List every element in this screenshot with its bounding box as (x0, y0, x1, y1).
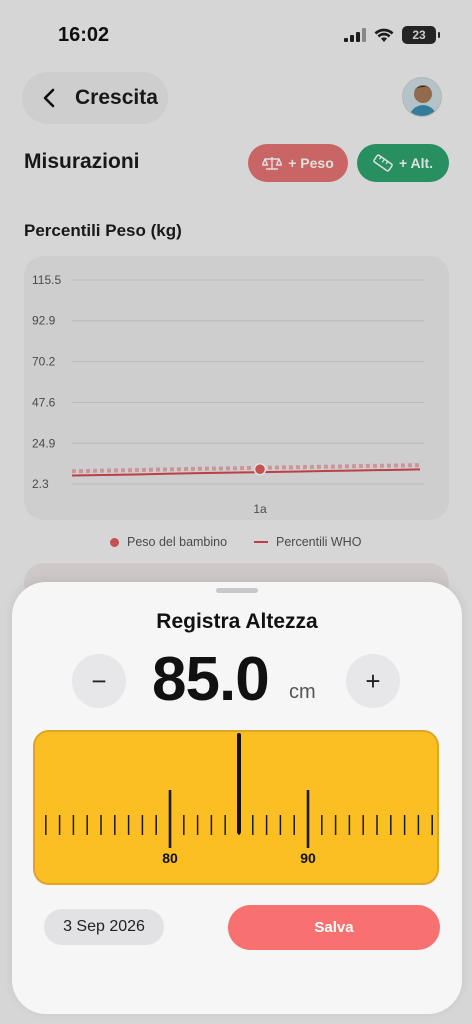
save-label: Salva (314, 919, 354, 936)
height-unit: cm (289, 681, 316, 703)
date-picker[interactable]: 3 Sep 2026 (44, 909, 164, 945)
height-ruler-slider[interactable]: 80 90 (33, 730, 439, 885)
sheet-title: Registra Altezza (156, 610, 318, 633)
ruler-scale: 80 90 (45, 733, 433, 866)
minus-icon: − (91, 665, 107, 696)
plus-icon: + (365, 665, 381, 696)
record-height-sheet: Registra Altezza − 85.0 cm + 80 90 3 Sep … (12, 582, 462, 1014)
ruler-label: 90 (300, 850, 316, 866)
date-label: 3 Sep 2026 (63, 918, 145, 935)
sheet-grabber[interactable] (216, 588, 258, 593)
height-value: 85.0 (152, 645, 270, 714)
save-button[interactable]: Salva (228, 905, 440, 950)
ruler-label: 80 (162, 850, 178, 866)
decrease-button[interactable]: − (72, 654, 126, 708)
increase-button[interactable]: + (346, 654, 400, 708)
